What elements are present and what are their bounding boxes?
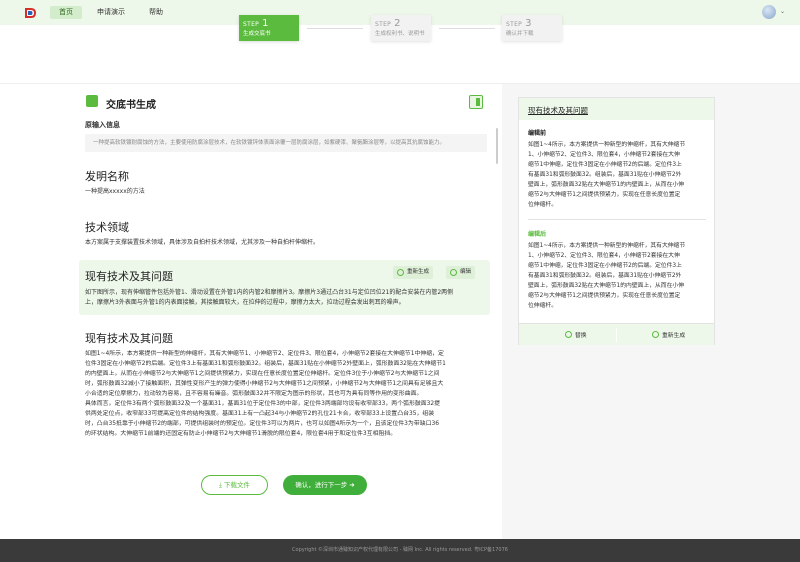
replace-icon — [565, 331, 572, 338]
text-line: 缩节1中伸缩，定位件3固定在小伸缩节2的后端。定位件3上 — [528, 263, 682, 269]
text-line: 壁面上，弧形鼓面32贴在大伸缩节1的内壁面上，从而在小伸 — [528, 182, 684, 188]
text-line: 如图1~4所示，本方案提供一种新型的伸缩杆，其有大伸缩节1、小伸缩节2、定位件3… — [85, 351, 444, 357]
prior-art-text: 如图1~4所示，本方案提供一种新型的伸缩杆，其有大伸缩节1、小伸缩节2、定位件3… — [85, 349, 490, 439]
next-step-button[interactable]: 确认，进行下一步 ➜ — [283, 475, 367, 495]
arrow-right-icon: ➜ — [347, 481, 355, 489]
replace-button[interactable]: 替换 — [565, 330, 587, 339]
step-1-label: STEP — [243, 21, 260, 28]
step-2-desc: 生成权利书、说明书 — [375, 31, 425, 37]
scrollbar[interactable] — [496, 128, 498, 164]
step-3-desc: 确认并下载 — [506, 31, 534, 37]
before-text: 如图1~4所示，本方案提供一种新型的伸缩杆，其有大伸缩节 1、小伸缩节2、定位件… — [528, 140, 709, 210]
divider — [528, 219, 706, 220]
step-2-label: STEP — [375, 21, 392, 28]
invention-name-title: 发明名称 — [85, 170, 129, 183]
text-line: 的内壁面上，从而在小伸缩节2与大伸缩节1之间提供预紧力，实现在任意长度位置定位伸… — [85, 371, 440, 377]
main-nav: 首页 申请演示 帮助 — [50, 6, 178, 19]
text-line: 缩节2与大伸缩节1之间提供预紧力，实现在任意长度位置定 — [528, 293, 681, 299]
avatar[interactable] — [762, 5, 776, 19]
after-text: 如图1~4所示，本方案提供一种新型的伸缩杆，其有大伸缩节 1、小伸缩节2、定位件… — [528, 241, 709, 311]
text-line: 位件3固定在小伸缩节2的后端。定位件3上有基面31和弧形鼓面32。组装后，基面3… — [85, 361, 446, 367]
refresh-icon — [397, 269, 404, 276]
card-title: 现有技术及其问题 — [528, 106, 588, 115]
step-connector — [307, 28, 363, 29]
prior-art-highlight-text: 如下图所示，现有伸缩管件包括外管1、滑动设置在外管1内的内管2和摩擦片3。摩擦片… — [85, 288, 490, 308]
step-1-desc: 生成交底书 — [243, 31, 271, 37]
document-icon — [86, 95, 98, 107]
original-input-label: 原输入信息 — [85, 121, 120, 129]
card-header: 现有技术及其问题 — [519, 98, 714, 120]
text-line: 缩节1中伸缩，定位件3固定在小伸缩节2的后端。定位件3上 — [528, 162, 682, 168]
page-title: 交底书生成 — [106, 100, 156, 111]
text-line: 1、小伸缩节2、定位件3、限位套4，小伸缩节2套接在大伸 — [528, 152, 680, 158]
text-line: 时，凸台35抵靠于小伸缩节2的端部，可提供组装时的预定位。定位件3可以为两片，也… — [85, 421, 439, 427]
text-line: 时，弧形鼓面32减小了接触面积，其弹性变形产生的弹力使得小伸缩节2与大伸缩节1之… — [85, 381, 444, 387]
download-label: 下载文件 — [223, 481, 250, 489]
text-line: 具体而言，定位件3有两个弧形鼓面32及一个基面31，基面31位于定位件3的中部，… — [85, 401, 441, 407]
step-3-label: STEP — [506, 21, 523, 28]
text-line: 有基面31和弧形鼓面32。组装后，基面31贴在小伸缩节2外 — [528, 273, 682, 279]
text-line: 壁面上，弧形鼓面32贴在大伸缩节1的内壁面上，从而在小伸 — [528, 283, 684, 289]
prior-art-title: 现有技术及其问题 — [85, 332, 173, 345]
replace-label: 替换 — [575, 333, 587, 339]
text-line: 缩节2与大伸缩节1之间提供预紧力，实现在任意长度位置定 — [528, 192, 681, 198]
after-label: 编辑后 — [528, 231, 547, 238]
text-line: 1、小伸缩节2、定位件3、限位套4，小伸缩节2套接在大伸 — [528, 253, 680, 259]
step-2-number: 2 — [394, 18, 401, 29]
step-3-number: 3 — [525, 18, 532, 29]
card-regenerate-button[interactable]: 重新生成 — [652, 330, 685, 339]
step-1-number: 1 — [262, 18, 269, 29]
regenerate-button[interactable]: 重新生成 — [393, 266, 434, 279]
step-3[interactable]: STEP 3 确认并下载 — [502, 15, 562, 41]
step-1[interactable]: STEP 1 生成交底书 — [239, 15, 299, 41]
text-line: 供两处定位点，收窄部33可提高定位件的结构强度。基面31上有一凸起34与小伸缩节… — [85, 411, 435, 417]
text-line: 上，摩擦片3外表面与外管1的内表面接触，其接触面较大，在拉伸的过程中，摩擦力太大… — [85, 299, 405, 306]
edit-label: 编辑 — [460, 269, 472, 275]
prior-art-highlight-title: 现有技术及其问题 — [85, 270, 173, 283]
card-regenerate-label: 重新生成 — [662, 333, 686, 339]
chevron-down-icon[interactable]: ⌄ — [780, 8, 785, 15]
tech-field-title: 技术领域 — [85, 221, 129, 234]
brand-logo-icon[interactable] — [23, 6, 37, 20]
text-line: 的环状结构。大伸缩节1前端的还固定有防止小伸缩节2与大伸缩节1滑脱的限位套4，限… — [85, 431, 397, 437]
card-footer: 替换 重新生成 — [519, 323, 714, 345]
nav-home[interactable]: 首页 — [50, 6, 82, 19]
text-line: 有基面31和弧形鼓面32。组装后，基面31贴在小伸缩节2外 — [528, 172, 682, 178]
download-button[interactable]: ⤓ 下载文件 — [201, 475, 268, 495]
step-2[interactable]: STEP 2 生成权利书、说明书 — [371, 15, 431, 41]
divider — [616, 328, 617, 342]
text-line: 位伸缩杆。 — [528, 303, 557, 309]
edit-icon — [450, 269, 457, 276]
refresh-icon — [652, 331, 659, 338]
regenerate-label: 重新生成 — [407, 269, 430, 275]
panel-toggle-icon[interactable] — [469, 95, 483, 109]
text-line: 位伸缩杆。 — [528, 202, 557, 208]
tech-field-text: 本方案属于支撑装置技术领域，具体涉及自拍杆技术领域，尤其涉及一种自拍杆伸缩杆。 — [85, 239, 320, 246]
text-line: 如图1~4所示，本方案提供一种新型的伸缩杆，其有大伸缩节 — [528, 142, 686, 148]
text-line: 如下图所示，现有伸缩管件包括外管1、滑动设置在外管1内的内管2和摩擦片3。摩擦片… — [85, 289, 454, 296]
nav-help[interactable]: 帮助 — [140, 6, 172, 19]
footer: Copyright ©深圳市通臻知识产权代理有限公司 - 臻网 Inc. All… — [0, 539, 800, 562]
text-line: 如图1~4所示，本方案提供一种新型的伸缩杆，其有大伸缩节 — [528, 243, 686, 249]
invention-name-text: 一种提高xxxxx的方法 — [85, 188, 145, 195]
original-input-text: 一种提高软铁镀耐腐蚀的方法，主要使用防腐涂层技术，在软铁镀锌体表面涂覆一层防腐涂… — [85, 134, 487, 152]
next-label: 确认，进行下一步 — [295, 481, 348, 489]
edit-compare-card: 现有技术及其问题 编辑前 如图1~4所示，本方案提供一种新型的伸缩杆，其有大伸缩… — [518, 97, 715, 345]
before-label: 编辑前 — [528, 130, 547, 137]
text-line: 小合适的定位摩擦力，拉动较为容易，且不容易有噪音。弧形鼓面32并不限定为图示的形… — [85, 391, 423, 397]
edit-button[interactable]: 编辑 — [446, 266, 476, 279]
step-connector — [439, 28, 495, 29]
nav-demo[interactable]: 申请演示 — [88, 6, 134, 19]
